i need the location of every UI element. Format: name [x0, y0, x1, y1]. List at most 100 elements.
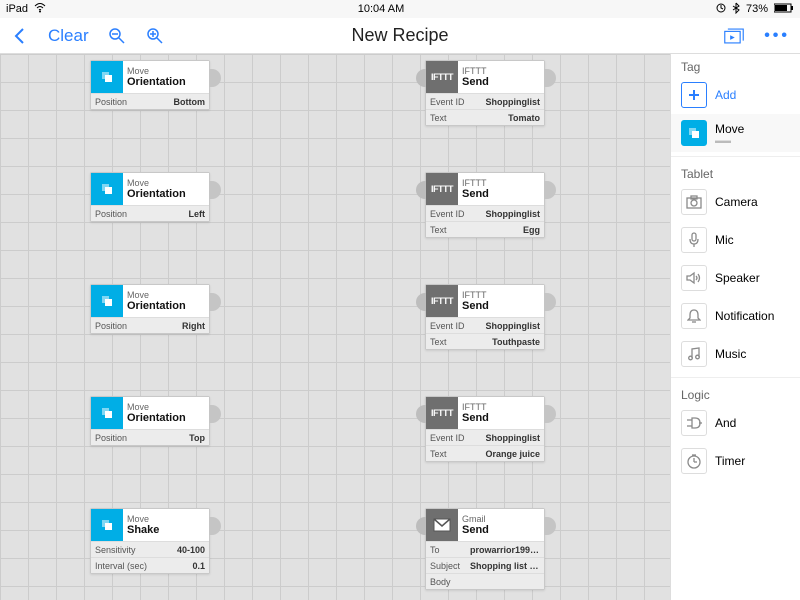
send-block-3[interactable]: IFTTT IFTTT Send Event IDShoppinglistTex…: [425, 396, 545, 462]
back-button[interactable]: [10, 26, 30, 46]
row-key: Subject: [430, 561, 460, 571]
sidebar-logic-and[interactable]: And: [671, 404, 800, 442]
block-kind: Move: [127, 66, 209, 76]
ifttt-icon: IFTTT: [426, 61, 458, 93]
row-value: Tomato: [508, 113, 540, 123]
sidebar-tablet-music[interactable]: Music: [671, 335, 800, 373]
sidebar-move[interactable]: Move ▬▬: [671, 114, 800, 152]
move-icon: [91, 397, 123, 429]
block-row: Event IDShoppinglist: [426, 429, 544, 445]
sidebar-section-logic: Logic: [671, 382, 800, 404]
preview-button[interactable]: [724, 26, 744, 46]
send-block-1[interactable]: IFTTT IFTTT Send Event IDShoppinglistTex…: [425, 172, 545, 238]
camera-icon: [681, 189, 707, 215]
block-row: Sensitivity40-100: [91, 541, 209, 557]
block-label: Send: [462, 300, 544, 312]
sidebar-logic-timer[interactable]: Timer: [671, 442, 800, 480]
zoom-in-button[interactable]: [145, 26, 165, 46]
clock: 10:04 AM: [358, 3, 404, 15]
row-key: Body: [430, 577, 451, 587]
row-value: Orange juice: [485, 449, 540, 459]
block-label: Orientation: [127, 412, 209, 424]
canvas[interactable]: Move Orientation PositionBottom Move Ori…: [0, 54, 670, 600]
move-block-4[interactable]: Move Shake Sensitivity40-100Interval (se…: [90, 508, 210, 574]
block-kind: IFTTT: [462, 178, 544, 188]
speaker-icon: [681, 265, 707, 291]
row-value: Shoppinglist: [486, 97, 541, 107]
row-value: prowarrior1990@gm...: [470, 545, 540, 555]
sidebar-tablet-mic[interactable]: Mic: [671, 221, 800, 259]
block-label: Shake: [127, 524, 209, 536]
block-head: Move Orientation: [91, 61, 209, 93]
zoom-out-button[interactable]: [107, 26, 127, 46]
row-value: Shoppinglist: [486, 433, 541, 443]
block-row: TextTouthpaste: [426, 333, 544, 349]
move-block-3[interactable]: Move Orientation PositionTop: [90, 396, 210, 446]
sidebar-tablet-speaker[interactable]: Speaker: [671, 259, 800, 297]
row-value: Top: [189, 433, 205, 443]
mic-icon: [681, 227, 707, 253]
block-label: Send: [462, 188, 544, 200]
sidebar-section-tag: Tag: [671, 54, 800, 76]
block-kind: IFTTT: [462, 66, 544, 76]
block-label: Orientation: [127, 76, 209, 88]
block-label: Orientation: [127, 300, 209, 312]
block-label: Send: [462, 76, 544, 88]
block-head: IFTTT IFTTT Send: [426, 285, 544, 317]
sidebar-add[interactable]: Add: [671, 76, 800, 114]
sidebar: Tag Add Move ▬▬ Tablet Camera Mic S: [670, 54, 800, 600]
send-block-0[interactable]: IFTTT IFTTT Send Event IDShoppinglistTex…: [425, 60, 545, 126]
more-button[interactable]: •••: [764, 27, 790, 45]
row-value: Right: [182, 321, 205, 331]
block-head: Move Orientation: [91, 397, 209, 429]
block-kind: Move: [127, 402, 209, 412]
row-value: Shoppinglist: [486, 209, 541, 219]
block-row: PositionBottom: [91, 93, 209, 109]
block-head: Move Orientation: [91, 173, 209, 205]
row-key: Position: [95, 97, 127, 107]
rotation-lock-icon: [716, 3, 726, 16]
status-bar: iPad 10:04 AM 73%: [0, 0, 800, 18]
move-icon: [681, 120, 707, 146]
move-block-2[interactable]: Move Orientation PositionRight: [90, 284, 210, 334]
sidebar-tablet-camera[interactable]: Camera: [671, 183, 800, 221]
block-label: Orientation: [127, 188, 209, 200]
move-block-0[interactable]: Move Orientation PositionBottom: [90, 60, 210, 110]
move-block-1[interactable]: Move Orientation PositionLeft: [90, 172, 210, 222]
sidebar-tablet-notification[interactable]: Notification: [671, 297, 800, 335]
move-icon: [91, 173, 123, 205]
block-head: Move Shake: [91, 509, 209, 541]
send-block-2[interactable]: IFTTT IFTTT Send Event IDShoppinglistTex…: [425, 284, 545, 350]
block-row: SubjectShopping list u...: [426, 557, 544, 573]
row-key: Text: [430, 337, 447, 347]
sidebar-move-label: Move: [715, 122, 744, 136]
sidebar-item-label: Mic: [715, 233, 734, 247]
row-key: Text: [430, 113, 447, 123]
battery-icon: [774, 3, 794, 16]
clear-button[interactable]: Clear: [48, 26, 89, 46]
block-kind: Gmail: [462, 514, 544, 524]
block-row: PositionLeft: [91, 205, 209, 221]
block-kind: IFTTT: [462, 402, 544, 412]
row-key: Text: [430, 449, 447, 459]
row-value: Egg: [523, 225, 540, 235]
ifttt-icon: IFTTT: [426, 173, 458, 205]
send-block-4[interactable]: Gmail Send Toprowarrior1990@gm...Subject…: [425, 508, 545, 590]
music-icon: [681, 341, 707, 367]
sidebar-item-label: Speaker: [715, 271, 760, 285]
block-head: IFTTT IFTTT Send: [426, 397, 544, 429]
block-kind: Move: [127, 290, 209, 300]
block-row: Text Orange juice: [426, 445, 544, 461]
block-head: IFTTT IFTTT Send: [426, 173, 544, 205]
block-label: Send: [462, 412, 544, 424]
toolbar: Clear New Recipe •••: [0, 18, 800, 54]
row-key: Event ID: [430, 209, 465, 219]
battery-label: 73%: [746, 3, 768, 15]
sidebar-section-tablet: Tablet: [671, 161, 800, 183]
block-kind: Move: [127, 178, 209, 188]
block-row: PositionTop: [91, 429, 209, 445]
block-row: PositionRight: [91, 317, 209, 333]
block-head: IFTTT IFTTT Send: [426, 61, 544, 93]
move-icon: [91, 61, 123, 93]
block-head: Move Orientation: [91, 285, 209, 317]
